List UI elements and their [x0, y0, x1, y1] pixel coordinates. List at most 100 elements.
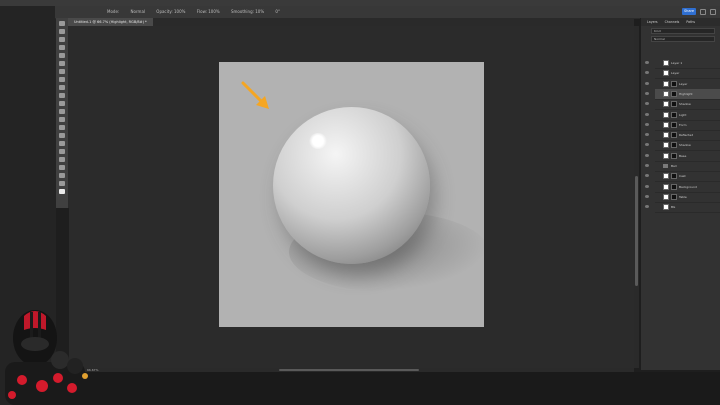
layer-row[interactable]: BG — [645, 202, 720, 214]
gradient-tool-icon[interactable] — [59, 117, 65, 122]
tab-channels[interactable]: Channels — [665, 20, 680, 24]
eye-icon[interactable] — [645, 102, 649, 106]
layer-mask-thumbnail — [671, 111, 677, 118]
layer-name: Reflected — [679, 133, 694, 138]
layer-thumbnail — [663, 70, 669, 77]
layer-thumbnail — [663, 101, 669, 108]
marquee-tool-icon[interactable] — [59, 29, 65, 34]
layer-name: Shadow — [679, 102, 691, 107]
layer-mask-thumbnail — [671, 132, 677, 139]
bottom-area — [69, 372, 720, 405]
eye-icon[interactable] — [645, 194, 649, 198]
blur-tool-icon[interactable] — [59, 125, 65, 130]
layer-mask-thumbnail — [671, 183, 677, 190]
layer-name: Ball — [671, 164, 677, 168]
eye-icon[interactable] — [645, 61, 649, 64]
stamp-tool-icon[interactable] — [59, 93, 65, 98]
eye-icon[interactable] — [645, 143, 649, 147]
path-select-icon[interactable] — [59, 157, 65, 162]
eye-icon[interactable] — [645, 71, 649, 75]
move-tool-icon[interactable] — [59, 21, 65, 26]
layer-thumbnail — [663, 60, 669, 66]
layer-mask-thumbnail — [671, 193, 677, 200]
foreground-color-swatch[interactable] — [59, 189, 65, 194]
crop-tool-icon[interactable] — [59, 53, 65, 58]
options-angle[interactable]: 0° — [275, 9, 280, 14]
sphere-highlight — [309, 133, 327, 149]
share-button[interactable]: Share — [682, 8, 696, 15]
options-mode-value[interactable]: Normal — [131, 9, 145, 14]
eye-icon[interactable] — [645, 153, 649, 157]
layer-name: Base — [679, 153, 687, 158]
streamer-avatar — [5, 310, 88, 405]
layer-name: Layer — [679, 81, 688, 86]
layer-thumbnail — [663, 90, 669, 97]
horizontal-scroll-thumb[interactable] — [279, 369, 419, 371]
vertical-scrollbar[interactable] — [634, 26, 639, 368]
search-icon[interactable] — [700, 9, 706, 15]
layer-thumbnail — [663, 142, 669, 149]
blend-mode-select[interactable]: Normal — [651, 36, 715, 42]
eye-icon[interactable] — [645, 164, 649, 167]
document-tab[interactable]: Untitled-1 @ 66.7% (Highlight, RGB/8#) * — [68, 18, 153, 26]
healing-tool-icon[interactable] — [59, 77, 65, 82]
tab-layers[interactable]: Layers — [647, 20, 658, 24]
eye-icon[interactable] — [645, 122, 649, 126]
layer-thumbnail — [663, 173, 669, 180]
lasso-tool-icon[interactable] — [59, 37, 65, 42]
layer-thumbnail — [663, 121, 669, 128]
eye-icon[interactable] — [645, 174, 649, 178]
eye-icon[interactable] — [645, 91, 649, 95]
frame-tool-icon[interactable] — [59, 61, 65, 66]
workspace-icon[interactable] — [710, 9, 716, 15]
eye-icon[interactable] — [645, 184, 649, 188]
layer-mask-thumbnail — [671, 142, 677, 149]
layer-mask-thumbnail — [671, 90, 677, 97]
shape-tool-icon[interactable] — [59, 165, 65, 170]
tab-paths[interactable]: Paths — [686, 20, 695, 24]
layer-mask-thumbnail — [671, 152, 677, 159]
workspace — [69, 26, 634, 368]
history-brush-icon[interactable] — [59, 101, 65, 106]
sphere — [273, 107, 430, 264]
layer-name: Cast — [679, 174, 686, 179]
layer-filter-kind[interactable]: Kind — [651, 28, 715, 34]
eyedropper-tool-icon[interactable] — [59, 69, 65, 74]
layer-name: Layer 1 — [671, 61, 683, 65]
layer-name: Background — [679, 184, 697, 189]
eye-icon[interactable] — [645, 205, 649, 209]
layer-thumbnail — [663, 111, 669, 118]
layer-thumbnail — [663, 183, 669, 190]
layer-thumbnail — [663, 132, 669, 139]
layer-name: Highlight — [679, 91, 693, 96]
options-mode-label: Mode: — [107, 9, 120, 14]
layer-thumbnail — [663, 204, 669, 211]
options-smoothing[interactable]: Smoothing: 10% — [231, 9, 264, 14]
eye-icon[interactable] — [645, 81, 649, 85]
layers-panel: Layers Channels Paths Kind Normal Layer … — [640, 18, 720, 370]
layer-name: Layer — [671, 71, 680, 76]
options-flow[interactable]: Flow: 100% — [197, 9, 220, 14]
layer-mask-thumbnail — [671, 80, 677, 87]
zoom-tool-icon[interactable] — [59, 181, 65, 186]
vertical-scroll-thumb[interactable] — [635, 176, 638, 286]
layer-mask-thumbnail — [671, 121, 677, 128]
document-tab-bar: Untitled-1 @ 66.7% (Highlight, RGB/8#) * — [68, 18, 634, 26]
layer-name: Table — [679, 194, 687, 199]
options-opacity[interactable]: Opacity: 100% — [156, 9, 185, 14]
layer-mask-thumbnail — [671, 173, 677, 180]
type-tool-icon[interactable] — [59, 149, 65, 154]
eraser-tool-icon[interactable] — [59, 109, 65, 114]
layer-thumbnail — [663, 152, 669, 159]
arrow-annotation-icon — [241, 81, 269, 109]
panel-tabs: Layers Channels Paths — [641, 18, 720, 26]
eye-icon[interactable] — [645, 133, 649, 137]
brush-tool-icon[interactable] — [59, 85, 65, 90]
hand-tool-icon[interactable] — [59, 173, 65, 178]
pen-tool-icon[interactable] — [59, 141, 65, 146]
layer-mask-thumbnail — [671, 101, 677, 108]
layer-name: Shadow — [679, 143, 691, 148]
select-tool-icon[interactable] — [59, 45, 65, 50]
dodge-tool-icon[interactable] — [59, 133, 65, 138]
eye-icon[interactable] — [645, 112, 649, 116]
